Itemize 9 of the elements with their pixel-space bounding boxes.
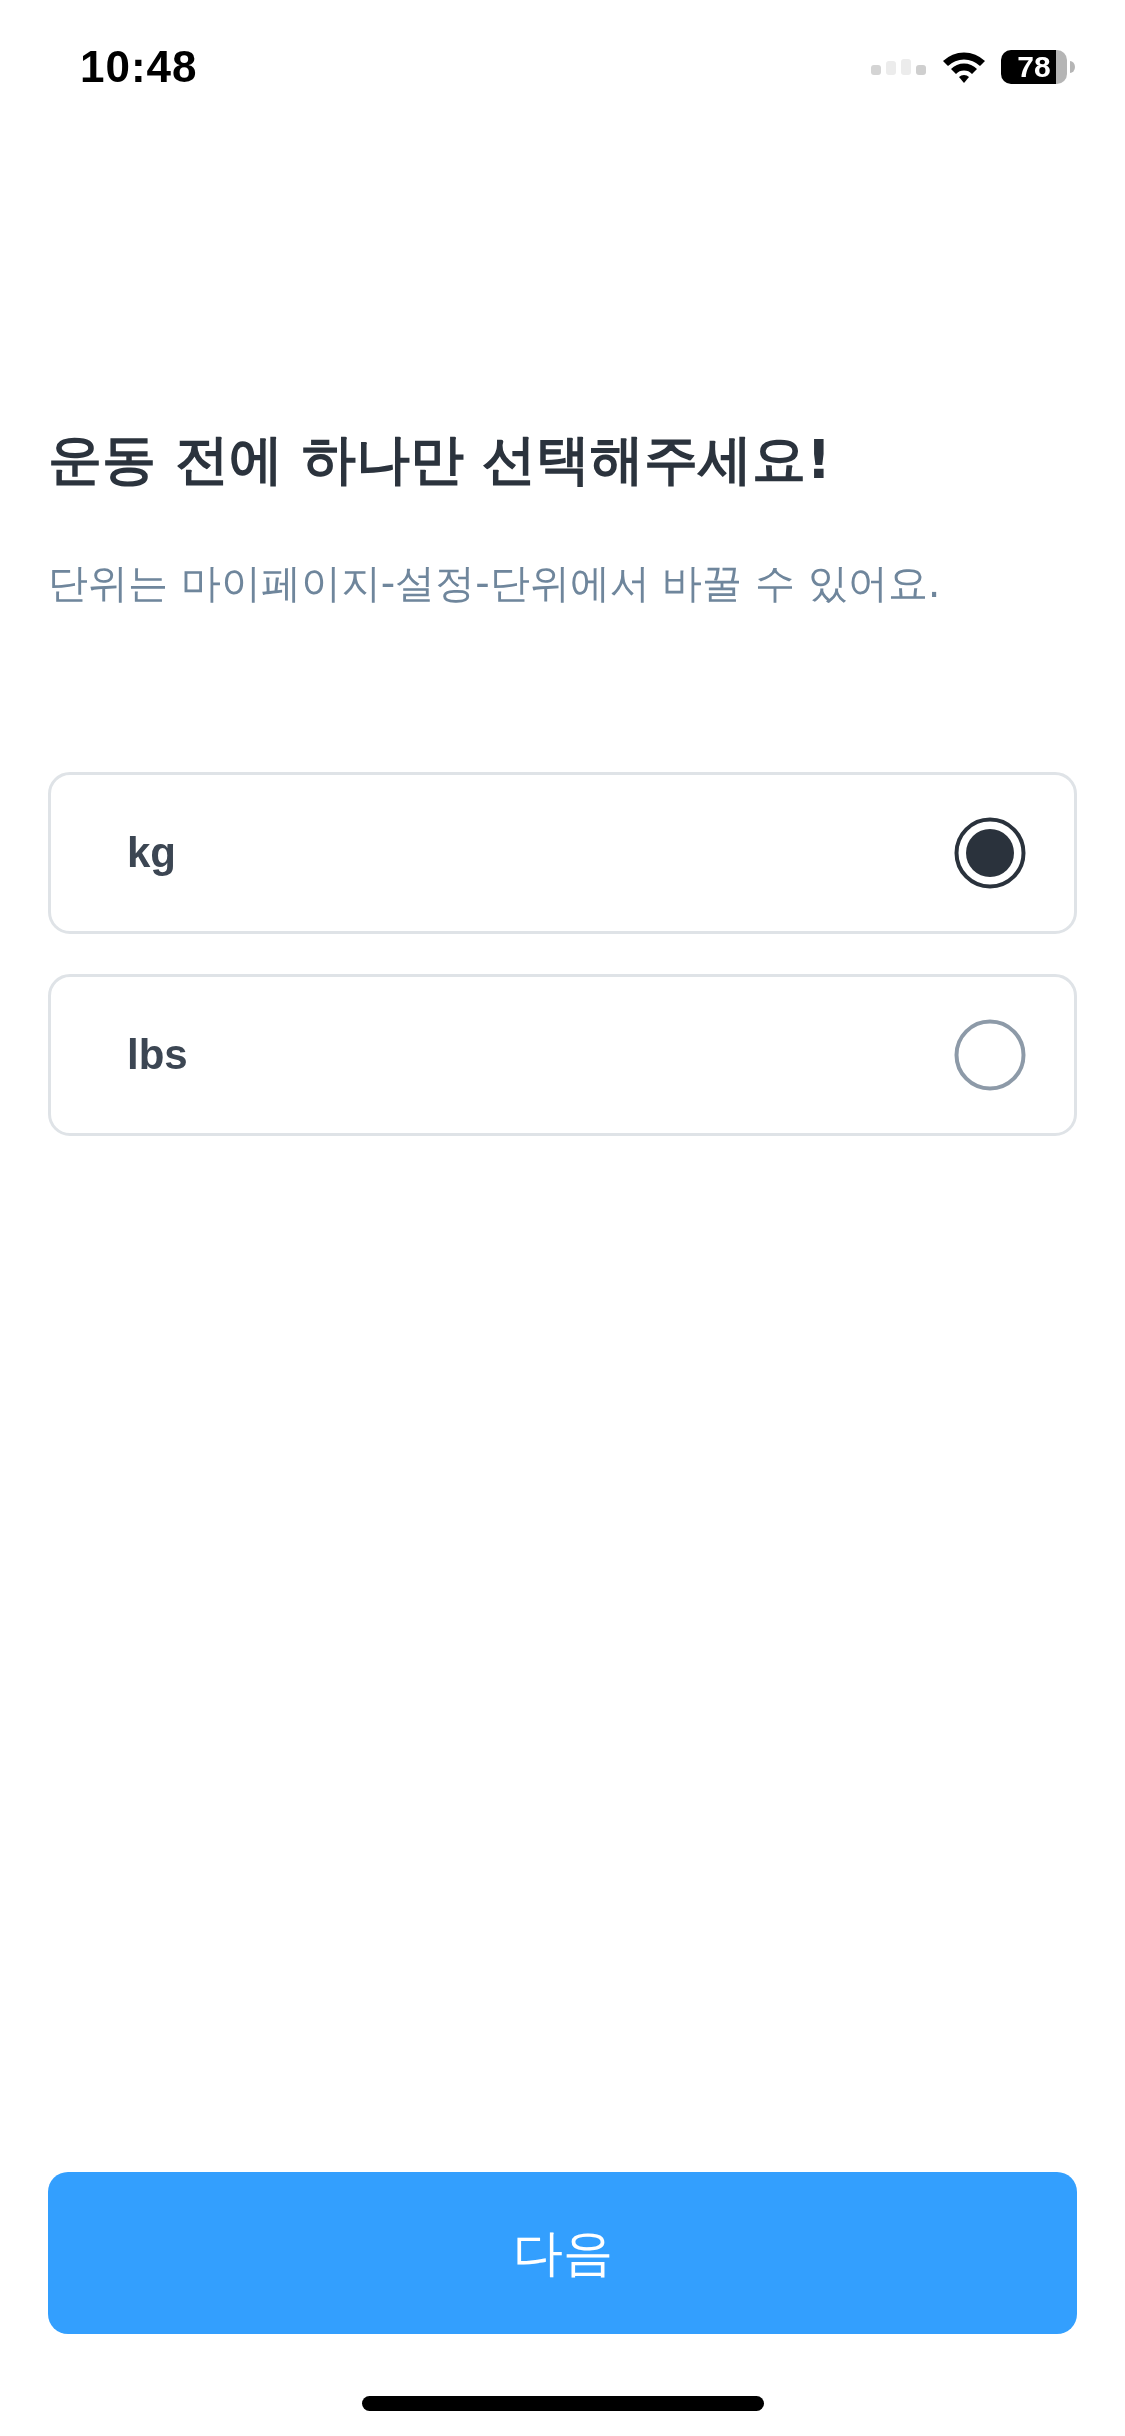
unit-option[interactable]: kg (48, 771, 1077, 934)
unit-option[interactable]: lbs (48, 973, 1077, 1136)
page-subtitle: 단위는 마이페이지-설정-단위에서 바꿀 수 있어요. (48, 558, 942, 607)
wifi-icon (941, 50, 987, 84)
page-title: 운동 전에 하나만 선택해주세요! (48, 428, 833, 493)
status-time: 10:48 (80, 42, 198, 92)
battery-tip-icon (1070, 61, 1075, 73)
battery-indicator: 78 (1001, 50, 1067, 84)
signal-icon (871, 59, 927, 75)
